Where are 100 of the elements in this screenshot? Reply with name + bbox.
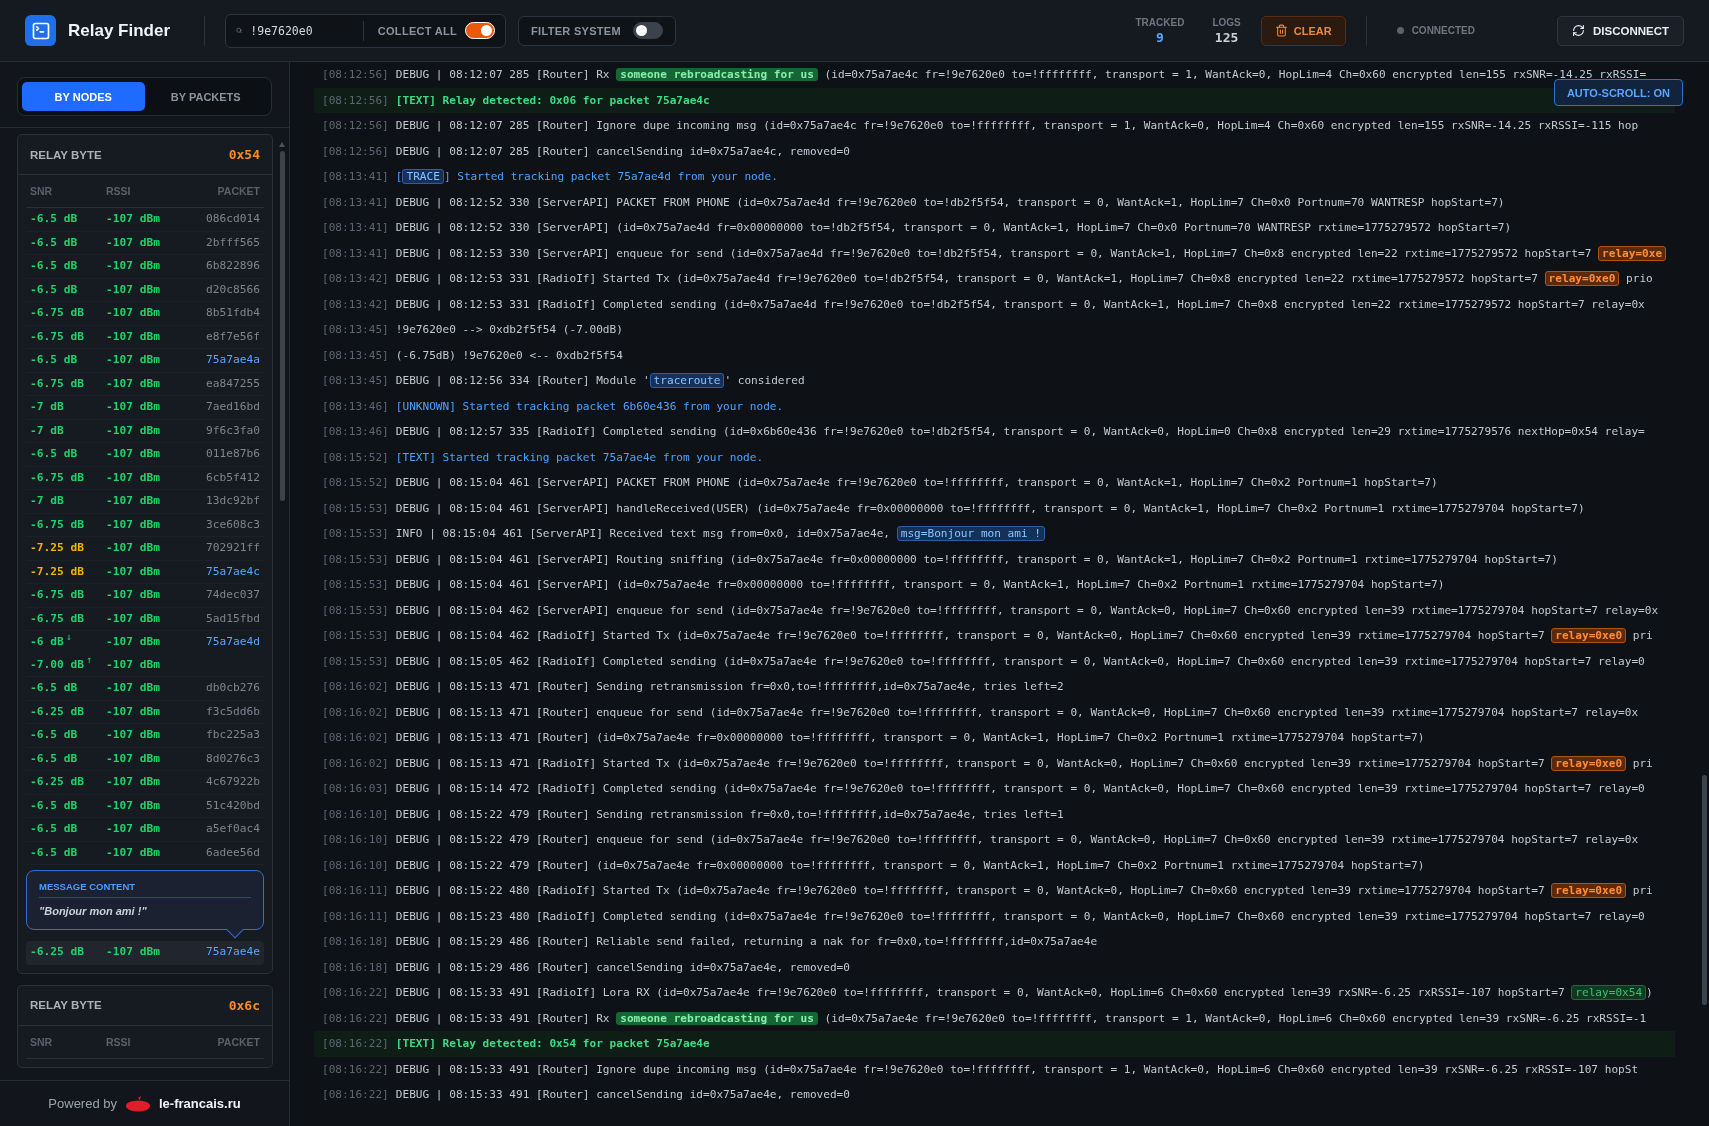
stat-value: 9 [1156, 29, 1164, 45]
relay-tag: relay=0xe0 [1544, 271, 1620, 287]
packet-row[interactable]: -7.25 dB -107 dBm 702921ff [26, 537, 264, 561]
log-text: DEBUG | 08:15:14 472 [RadioIf] Completed sending (id=0x75a7ae4e fr=!9e7620e0 to=!ffffffff, transport = 0, WantAck=0, HopLim=7 Ch=0x60 encrypted len=39 rxtime=1775279704 hopStart=7 relay=0 [395, 782, 1645, 796]
stat-value: 125 [1214, 29, 1239, 45]
disconnect-button[interactable]: DISCONNECT [1556, 15, 1684, 46]
rssi-cell: -107 dBm [106, 376, 160, 390]
log-time: [08:13:46] [322, 425, 389, 439]
rebroadcast-tag: someone rebroadcasting for us [616, 1011, 818, 1025]
packet-cell-text: 5ad15fbd [206, 610, 260, 627]
packet-row[interactable]: -6.75 dB -107 dBm 8b51fdb4 [26, 302, 264, 326]
packet-row[interactable]: -6.75 dB -107 dBm ea847255 [26, 372, 264, 396]
packet-row[interactable]: -6.5 dB -107 dBm 2bfff565 [26, 231, 264, 255]
packet-cell-text: f3c5dd6b [206, 703, 260, 720]
scrollbar-thumb[interactable] [1702, 775, 1707, 1005]
relay-tag: relay=0xe [1598, 245, 1667, 261]
log-time: [08:13:42] [322, 297, 389, 311]
packet-row[interactable]: -6.5 dB -107 dBm 086cd014 [26, 208, 264, 232]
refresh-icon [1571, 24, 1585, 37]
app-title: Relay Finder [68, 20, 171, 41]
packet-cell-text: e8f7e56f [206, 328, 260, 345]
log-time: [08:16:22] [322, 1037, 389, 1051]
packet-cell-text: 702921ff [206, 540, 260, 556]
log-time: [08:15:53] [322, 603, 389, 617]
log-text: DEBUG | 08:15:33 491 [RadioIf] Lora RX (id=0x75a7ae4e fr=!9e7620e0 to=!ffffffff, transport = 0, WantAck=0, HopLim=6 Ch=0x60 encrypted len=39 rxSNR=-6.25 rxRSSI=-107 hopStart=7 [395, 986, 1566, 1000]
packet-row[interactable]: -6.75 dB -107 dBm 74dec037 [26, 584, 264, 608]
view-tab[interactable]: BY PACKETS [144, 82, 267, 111]
scroll-up-icon[interactable] [279, 142, 285, 147]
snr-cell-text: -6.75 dB [30, 469, 84, 486]
relay-tag: relay=0x54 [1571, 985, 1647, 1001]
packet-row[interactable]: -6.25 dB -107 dBm 75a7ae4e [26, 941, 264, 965]
log-text: DEBUG | 08:15:29 486 [Router] Reliable send failed, returning a nak for fr=0x0,to=!ffffffff,id=0x75a7ae4e [395, 935, 1098, 949]
log-text: DEBUG | 08:15:33 491 [Router] Ignore dupe incoming msg (id=0x75a7ae4e fr=!9e7620e0 to=!ffffffff, transport = 1, WantAck=0, HopLim=6 Ch=0x60 encrypted len=39 rxSNR=-6.25 rxRSSI=-107 hopSt [395, 1062, 1639, 1076]
log-text: DEBUG | 08:15:04 462 [RadioIf] Started Tx (id=0x75a7ae4e fr=!9e7620e0 to=!ffffffff, transport = 0, WantAck=0, HopLim=7 Ch=0x60 encrypted len=39 rxtime=1775279704 hopStart=7 [395, 629, 1546, 643]
column-header: SNR [30, 1035, 54, 1048]
packet-row[interactable]: -7 dB -107 dBm 9f6c3fa0 [26, 419, 264, 443]
log-text: [TEXT] Started tracking packet 75a7ae4e from your node. [395, 450, 764, 464]
log-time: [08:16:11] [322, 909, 389, 923]
rebroadcast-tag: someone rebroadcasting for us [616, 68, 818, 82]
packet-row[interactable]: -6.5 dB -107 dBm d20c8566 [26, 278, 264, 302]
packet-row[interactable]: -6.75 dB -107 dBm 5ad15fbd [26, 607, 264, 631]
packet-cell-text: 75a7ae4d [206, 634, 260, 650]
packet-cell-text: 8b51fdb4 [206, 305, 260, 321]
log-time: [08:16:22] [322, 1062, 389, 1076]
log-text: DEBUG | 08:12:52 330 [ServerAPI] PACKET FROM PHONE (id=0x75a7ae4d fr=!9e7620e0 to=!db2f5f54, transport = 0, WantAck=1, HopLim=7 Ch=0x0 Portnum=70 WANTRESP hopStart=7) [395, 195, 1505, 209]
log-text: DEBUG | 08:15:04 461 [ServerAPI] handleReceived(USER) (id=0x75a7ae4e fr=0x00000000 to=!ffffffff, transport = 0, WantAck=1, HopLim=7 Ch=0x2 Portnum=1 rxtime=1775279704 hopStart=7) [395, 501, 1585, 515]
scrollbar-thumb[interactable] [279, 151, 285, 501]
packet-row[interactable]: -6.5 dB -107 dBm 8d0276c3 [26, 747, 264, 771]
packet-cell-text: 3ce608c3 [206, 516, 260, 533]
view-tab[interactable]: BY NODES [22, 82, 145, 111]
log-text: pri [1631, 629, 1653, 643]
log-time: [08:16:10] [322, 858, 389, 872]
rssi-cell: -107 dBm [106, 704, 160, 718]
packet-row[interactable]: -6.25 dB -107 dBm 4c67922b [26, 771, 264, 795]
brand-link[interactable]: le-francais.ru [159, 1096, 241, 1111]
packet-row[interactable]: -6.5 dB -107 dBm 51c420bd [26, 794, 264, 818]
rssi-cell: -107 dBm [106, 353, 160, 366]
trash-icon [1274, 24, 1288, 37]
packet-row[interactable]: -6.25 dB -107 dBm f3c5dd6b [26, 700, 264, 724]
packet-row[interactable]: -7.25 dB -107 dBm 75a7ae4c [26, 560, 264, 584]
packet-row[interactable]: -6.5 dB -107 dBm db0cb276 [26, 677, 264, 701]
log-time: [08:16:03] [322, 782, 389, 796]
log-text: DEBUG | 08:15:22 479 [Router] enqueue for send (id=0x75a7ae4e fr=!9e7620e0 to=!ffffffff, transport = 0, WantAck=0, HopLim=7 Ch=0x60 encrypted len=39 rxtime=1775279704 hopStart=7 relay=0x [395, 833, 1639, 847]
log-text: DEBUG | 08:12:52 330 [ServerAPI] (id=0x75a7ae4d fr=0x00000000 to=!db2f5f54, transport = 0, WantAck=1, HopLim=7 Ch=0x0 Portnum=70 WANTRESP rxtime=1775279572 hopStart=7) [395, 221, 1512, 235]
packet-row[interactable]: -6.75 dB -107 dBm e8f7e56f [26, 325, 264, 349]
log-time: [08:12:56] [322, 68, 389, 82]
snr-cell-text: -6.5 dB [30, 680, 78, 696]
snr-cell-text: -6.75 dB [30, 610, 84, 627]
log-text: [TEXT] Relay detected: 0x54 for packet 75a7ae4e [395, 1037, 710, 1051]
log-text: ] Started tracking packet 75a7ae4d from your node. [443, 170, 778, 184]
packet-row[interactable]: -6.75 dB -107 dBm 6cb5f412 [26, 466, 264, 490]
clear-button[interactable]: CLEAR [1260, 15, 1346, 46]
packet-row[interactable]: -7 dB -107 dBm 7aed16bd [26, 396, 264, 420]
search-field[interactable]: !9e7620e0 [250, 23, 356, 38]
packet-row[interactable]: -6 dB ↓ -7.00 dB ↑ -107 dBm -107 dBm 75a7ae4d [26, 631, 264, 677]
packet-row[interactable]: -6.5 dB -107 dBm a5ef0ac4 [26, 818, 264, 842]
log-text: prio [1625, 272, 1653, 286]
snr-cell-text: -6.5 dB [30, 234, 78, 251]
log-text: DEBUG | 08:15:22 479 [Router] Sending retransmission fr=0x0,to=!ffffffff,id=0x75a7ae4e, tries left=1 [395, 807, 1064, 821]
packet-row[interactable]: -6.5 dB -107 dBm 75a7ae4a [26, 349, 264, 373]
packet-row[interactable]: -7 dB -107 dBm 13dc92bf [26, 490, 264, 514]
relay-byte-value: 0x54 [228, 147, 260, 162]
packet-row[interactable]: -6.75 dB -107 dBm 3ce608c3 [26, 513, 264, 537]
collect-all-switch[interactable] [465, 22, 496, 39]
log-time: [08:16:02] [322, 731, 389, 745]
packet-row[interactable]: -6.5 dB -107 dBm fbc225a3 [26, 724, 264, 748]
packet-cell-text: 9f6c3fa0 [206, 422, 260, 439]
auto-scroll-button[interactable]: AUTO-SCROLL: ON [1553, 79, 1683, 106]
snr-cell-text: -6.75 dB [30, 587, 84, 603]
snr-cell-text: -6 dB [30, 634, 64, 650]
card-label: RELAY BYTE [30, 999, 102, 1011]
packet-row[interactable]: -6.5 dB -107 dBm 6b822896 [26, 255, 264, 279]
packet-row[interactable]: -6.5 dB -107 dBm 6adee56d [26, 841, 264, 865]
snr-cell-text: -6.75 dB [30, 328, 84, 345]
stat-label: TRACKED [1135, 16, 1185, 28]
packet-row[interactable]: -6.5 dB -107 dBm 011e87b6 [26, 443, 264, 467]
log-text: (-6.75dB) !9e7620e0 <-- 0xdb2f5f54 [395, 348, 623, 362]
filter-system-switch[interactable] [632, 22, 663, 39]
trend-arrow: ↓ [65, 631, 72, 642]
log-time: [08:13:46] [322, 399, 389, 413]
